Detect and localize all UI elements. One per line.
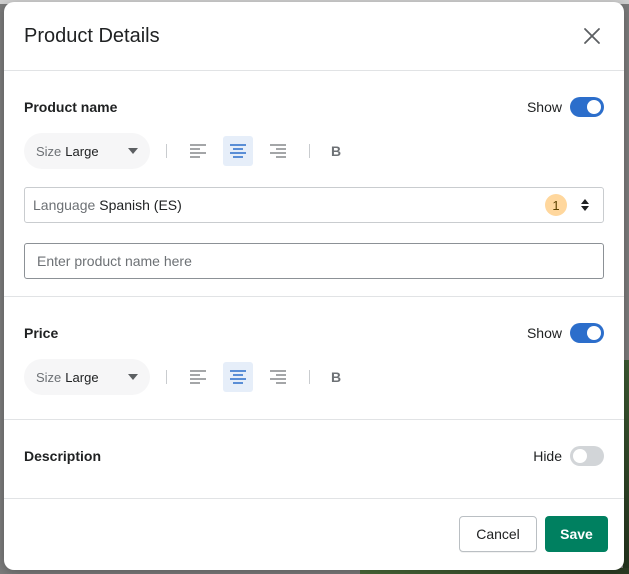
product-name-input[interactable] xyxy=(24,243,604,279)
cancel-button[interactable]: Cancel xyxy=(459,516,537,552)
description-header: Description Hide xyxy=(24,420,604,466)
align-right-button[interactable] xyxy=(263,362,293,392)
chevron-down-icon xyxy=(128,374,138,380)
toggle-knob xyxy=(587,326,601,340)
size-select-label: Size xyxy=(36,369,62,385)
product-details-modal: Product Details Product name Show Size L… xyxy=(4,2,624,570)
size-select-value: Large xyxy=(65,369,99,385)
chevron-down-icon xyxy=(128,148,138,154)
price-toolbar: Size Large B xyxy=(24,359,604,395)
description-section: Description Hide xyxy=(4,420,624,499)
align-right-icon xyxy=(270,370,286,384)
toolbar-divider xyxy=(166,370,167,384)
align-left-icon xyxy=(190,370,206,384)
language-select-value: Spanish (ES) xyxy=(99,197,182,213)
bold-button[interactable]: B xyxy=(326,362,346,392)
description-toggle[interactable] xyxy=(570,446,604,466)
toolbar-divider xyxy=(309,370,310,384)
product-name-visibility: Show xyxy=(527,97,604,117)
align-center-button[interactable] xyxy=(223,136,253,166)
modal-header: Product Details xyxy=(4,2,624,71)
product-name-toggle[interactable] xyxy=(570,97,604,117)
price-toggle-label: Show xyxy=(526,325,562,341)
save-button[interactable]: Save xyxy=(545,516,608,552)
language-select[interactable]: Language Spanish (ES) 1 xyxy=(24,187,604,223)
product-name-label: Product name xyxy=(24,99,118,115)
size-select-value: Large xyxy=(65,143,99,159)
product-name-toolbar: Size Large B xyxy=(24,133,604,169)
product-name-header: Product name Show xyxy=(24,71,604,117)
align-center-icon xyxy=(230,370,246,384)
modal-title: Product Details xyxy=(24,24,160,47)
description-label: Description xyxy=(24,448,102,464)
toolbar-divider xyxy=(309,144,310,158)
close-button[interactable] xyxy=(578,22,606,50)
align-right-button[interactable] xyxy=(263,136,293,166)
select-updown-icon xyxy=(581,199,589,211)
price-toggle[interactable] xyxy=(570,323,604,343)
align-right-icon xyxy=(270,144,286,158)
description-visibility: Hide xyxy=(533,446,604,466)
bold-button[interactable]: B xyxy=(326,136,346,166)
align-left-button[interactable] xyxy=(183,136,213,166)
toolbar-divider xyxy=(166,144,167,158)
align-left-icon xyxy=(190,144,206,158)
language-select-label: Language xyxy=(33,197,96,213)
product-name-size-select[interactable]: Size Large xyxy=(24,133,150,169)
close-icon xyxy=(584,28,600,44)
product-name-section: Product name Show Size Large B Language … xyxy=(4,71,624,297)
align-center-icon xyxy=(230,144,246,158)
description-toggle-label: Hide xyxy=(533,448,562,464)
modal-footer: Cancel Save xyxy=(4,499,624,569)
toggle-knob xyxy=(587,100,601,114)
align-center-button[interactable] xyxy=(223,362,253,392)
price-size-select[interactable]: Size Large xyxy=(24,359,150,395)
size-select-label: Size xyxy=(36,143,62,159)
language-count-badge: 1 xyxy=(545,194,567,216)
price-visibility: Show xyxy=(527,323,604,343)
price-header: Price Show xyxy=(24,297,604,343)
align-left-button[interactable] xyxy=(183,362,213,392)
product-name-toggle-label: Show xyxy=(526,99,562,115)
price-section: Price Show Size Large B xyxy=(4,297,624,420)
price-label: Price xyxy=(24,325,59,341)
toggle-knob xyxy=(573,449,587,463)
